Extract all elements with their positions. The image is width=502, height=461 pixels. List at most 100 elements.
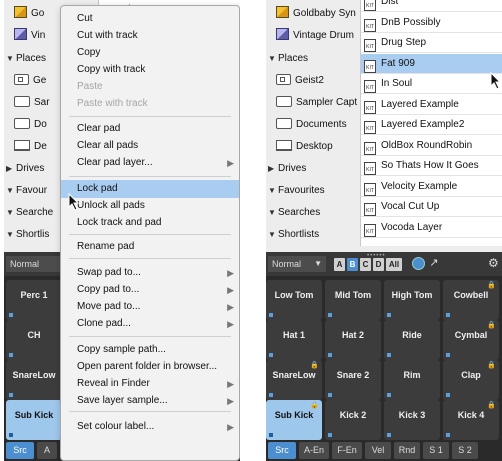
- menu-item-lock-track-and-pad[interactable]: Lock track and pad: [61, 214, 239, 232]
- chevron-down-icon[interactable]: ▼: [6, 180, 16, 202]
- drum-pad[interactable]: Rim: [384, 360, 440, 400]
- drum-pad[interactable]: Cymbal 🔒: [443, 320, 499, 360]
- list-item[interactable]: KIT So Thats How It Goes: [361, 156, 502, 176]
- chevron-down-icon[interactable]: ▼: [6, 48, 16, 70]
- list-item[interactable]: KIT Drug Step: [361, 33, 502, 53]
- tree-item[interactable]: Vin: [14, 25, 45, 47]
- tree-item[interactable]: Sampler Capt: [276, 92, 357, 114]
- drum-pad[interactable]: Snare 2: [325, 360, 381, 400]
- chevron-right-icon[interactable]: ▶: [6, 158, 16, 180]
- bank-button-c[interactable]: C: [360, 258, 371, 271]
- menu-item-move-pad-to[interactable]: Move pad to... ▶: [61, 298, 239, 316]
- menu-item-open-parent-folder-in-browser[interactable]: Open parent folder in browser...: [61, 358, 239, 376]
- drum-pad[interactable]: Sub Kick 🔒: [266, 400, 322, 440]
- menu-item-swap-pad-to[interactable]: Swap pad to... ▶: [61, 264, 239, 282]
- list-item[interactable]: KIT OldBox RoundRobin: [361, 136, 502, 156]
- menu-item-clear-all-pads[interactable]: Clear all pads: [61, 137, 239, 155]
- tree-item[interactable]: Ge: [14, 70, 46, 92]
- tree-item[interactable]: ▼ Favourites: [268, 180, 325, 202]
- tree-item[interactable]: Sar: [14, 92, 50, 114]
- list-item[interactable]: KIT Vocoda Layer: [361, 218, 502, 238]
- tree-item[interactable]: Go: [14, 3, 44, 25]
- menu-item-copy-pad-to[interactable]: Copy pad to... ▶: [61, 281, 239, 299]
- drum-pad[interactable]: High Tom: [384, 280, 440, 320]
- menu-item-rename-pad[interactable]: Rename pad: [61, 238, 239, 256]
- menu-item-lock-pad[interactable]: Lock pad: [61, 180, 239, 198]
- chevron-down-icon[interactable]: ▼: [268, 202, 278, 224]
- bank-button-all[interactable]: All: [386, 258, 402, 271]
- tree-item[interactable]: Documents: [276, 114, 347, 136]
- tree-item[interactable]: ▼ Favour: [6, 180, 47, 202]
- tree-item[interactable]: ▶ Drives: [6, 158, 44, 180]
- tab-s-1[interactable]: S 1: [423, 442, 449, 459]
- chevron-down-icon[interactable]: ▼: [268, 48, 278, 70]
- list-item[interactable]: KIT Velocity Example: [361, 177, 502, 197]
- list-item[interactable]: KIT Layered Example: [361, 95, 502, 115]
- menu-item-unlock-all-pads[interactable]: Unlock all pads: [61, 197, 239, 215]
- menu-item-cut-with-track[interactable]: Cut with track: [61, 27, 239, 45]
- drum-pad[interactable]: Mid Tom: [325, 280, 381, 320]
- tree-item[interactable]: ▼ Searches: [268, 202, 320, 224]
- drum-pad[interactable]: Perc 1: [6, 280, 62, 320]
- tree-item[interactable]: ▼ Places: [268, 48, 308, 70]
- drum-pad[interactable]: Hat 1: [266, 320, 322, 360]
- list-item[interactable]: KIT In Soul: [361, 74, 502, 94]
- tree-item[interactable]: ▶ Drives: [268, 158, 306, 180]
- tab-src[interactable]: Src: [268, 442, 296, 459]
- tree-item[interactable]: ▼ Places: [6, 48, 46, 70]
- tree-item[interactable]: ▼ Shortlists: [268, 224, 319, 246]
- chevron-down-icon[interactable]: ▼: [268, 180, 278, 202]
- list-item[interactable]: KIT Layered Example2: [361, 115, 502, 135]
- tab-a-en[interactable]: A-En: [299, 442, 329, 459]
- loop-button[interactable]: [412, 257, 425, 270]
- bank-button-a[interactable]: A: [334, 258, 345, 271]
- tab-vel[interactable]: Vel: [365, 442, 391, 459]
- menu-item-set-colour-label[interactable]: Set colour label... ▶: [61, 418, 239, 436]
- menu-item-clear-pad[interactable]: Clear pad: [61, 120, 239, 138]
- chevron-down-icon[interactable]: ▼: [268, 224, 278, 246]
- menu-item-clear-pad-layer[interactable]: Clear pad layer... ▶: [61, 154, 239, 172]
- chevron-down-icon[interactable]: ▼: [6, 202, 16, 224]
- menu-item-copy-with-track[interactable]: Copy with track: [61, 61, 239, 79]
- list-item[interactable]: KIT Dist: [361, 0, 502, 12]
- chevron-down-icon[interactable]: ▼: [6, 224, 16, 246]
- chevron-right-icon[interactable]: ▶: [268, 158, 278, 180]
- tab-s-2[interactable]: S 2: [452, 442, 478, 459]
- tree-item[interactable]: Geist2: [276, 70, 324, 92]
- tab-f-en[interactable]: F-En: [332, 442, 362, 459]
- arrow-icon[interactable]: ↗: [427, 256, 441, 270]
- drum-pad[interactable]: Sub Kick: [6, 400, 62, 440]
- drum-pad[interactable]: SnareLow 🔒: [266, 360, 322, 400]
- drum-pad[interactable]: Clap 🔒: [443, 360, 499, 400]
- drum-pad[interactable]: Kick 2: [325, 400, 381, 440]
- drum-pad[interactable]: Kick 3: [384, 400, 440, 440]
- drum-pad[interactable]: Ride: [384, 320, 440, 360]
- tree-item[interactable]: ▼ Searche: [6, 202, 53, 224]
- list-item[interactable]: KIT Fat 909: [361, 53, 502, 74]
- bank-button-d[interactable]: D: [373, 258, 384, 271]
- menu-item-cut[interactable]: Cut: [61, 10, 239, 28]
- menu-item-reveal-in-finder[interactable]: Reveal in Finder ▶: [61, 375, 239, 393]
- drum-pad[interactable]: Hat 2: [325, 320, 381, 360]
- list-item[interactable]: KIT DnB Possibly: [361, 13, 502, 33]
- mode-select[interactable]: Normal ▼: [268, 256, 326, 272]
- tab-rnd[interactable]: Rnd: [394, 442, 420, 459]
- menu-item-save-layer-sample[interactable]: Save layer sample... ▶: [61, 392, 239, 410]
- tree-item[interactable]: Goldbaby Syn: [276, 3, 356, 25]
- tab-src[interactable]: Src: [6, 442, 34, 459]
- tree-item[interactable]: Do: [14, 114, 47, 136]
- tree-item[interactable]: ▼ Shortlis: [6, 224, 49, 246]
- gear-icon[interactable]: ⚙: [488, 256, 499, 270]
- tree-item[interactable]: Vintage Drum: [276, 25, 354, 47]
- drum-pad[interactable]: Kick 4 🔒: [443, 400, 499, 440]
- menu-item-clone-pad[interactable]: Clone pad... ▶: [61, 315, 239, 333]
- tree-item[interactable]: Desktop: [276, 136, 333, 158]
- bank-button-b[interactable]: B: [347, 258, 358, 271]
- list-item[interactable]: KIT Vocal Cut Up: [361, 197, 502, 217]
- menu-item-copy[interactable]: Copy: [61, 44, 239, 62]
- tab-a[interactable]: A: [37, 442, 57, 459]
- drum-pad[interactable]: Cowbell 🔒: [443, 280, 499, 320]
- mode-select[interactable]: Normal: [6, 256, 64, 272]
- drum-pad[interactable]: SnareLow: [6, 360, 62, 400]
- drum-pad[interactable]: Low Tom: [266, 280, 322, 320]
